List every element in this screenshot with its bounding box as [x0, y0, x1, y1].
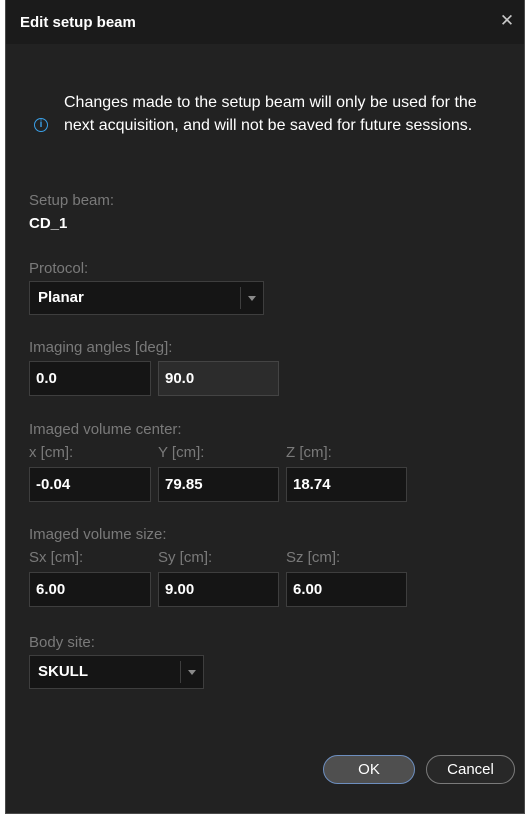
- body-site-select[interactable]: SKULL: [29, 655, 204, 689]
- info-text: Changes made to the setup beam will only…: [64, 94, 477, 134]
- close-icon[interactable]: ✕: [496, 10, 518, 32]
- dialog-title: Edit setup beam: [20, 14, 136, 31]
- center-x-input[interactable]: [29, 467, 151, 502]
- imaging-angles-label: Imaging angles [deg]:: [29, 339, 173, 356]
- imaging-angle-1-input[interactable]: [29, 361, 151, 396]
- setup-beam-value: CD_1: [29, 215, 68, 232]
- body-site-label: Body site:: [29, 634, 95, 651]
- select-divider: [180, 661, 181, 683]
- body-site-value: SKULL: [38, 663, 88, 680]
- imaging-angle-2-input: [158, 361, 279, 396]
- select-divider: [240, 287, 241, 309]
- center-y-input[interactable]: [158, 467, 279, 502]
- setup-beam-label: Setup beam:: [29, 192, 115, 209]
- size-sx-input[interactable]: [29, 572, 151, 607]
- size-sy-label: Sy [cm]:: [158, 549, 213, 566]
- info-icon: i: [34, 118, 48, 132]
- cancel-button[interactable]: Cancel: [426, 755, 515, 784]
- center-y-label: Y [cm]:: [158, 444, 205, 461]
- volume-size-label: Imaged volume size:: [29, 526, 167, 543]
- center-x-label: x [cm]:: [29, 444, 74, 461]
- protocol-select[interactable]: Planar: [29, 281, 264, 315]
- protocol-label: Protocol:: [29, 260, 89, 277]
- center-z-input[interactable]: [286, 467, 407, 502]
- size-sy-input[interactable]: [158, 572, 279, 607]
- volume-center-label: Imaged volume center:: [29, 421, 182, 438]
- ok-button[interactable]: OK: [323, 755, 415, 784]
- size-sx-label: Sx [cm]:: [29, 549, 84, 566]
- edit-setup-beam-dialog: Edit setup beam ✕ i Changes made to the …: [5, 0, 525, 814]
- title-bar: Edit setup beam ✕: [6, 0, 524, 44]
- center-z-label: Z [cm]:: [286, 444, 332, 461]
- chevron-down-icon: [188, 670, 196, 675]
- size-sz-input[interactable]: [286, 572, 407, 607]
- protocol-value: Planar: [38, 289, 84, 306]
- chevron-down-icon: [248, 296, 256, 301]
- size-sz-label: Sz [cm]:: [286, 549, 341, 566]
